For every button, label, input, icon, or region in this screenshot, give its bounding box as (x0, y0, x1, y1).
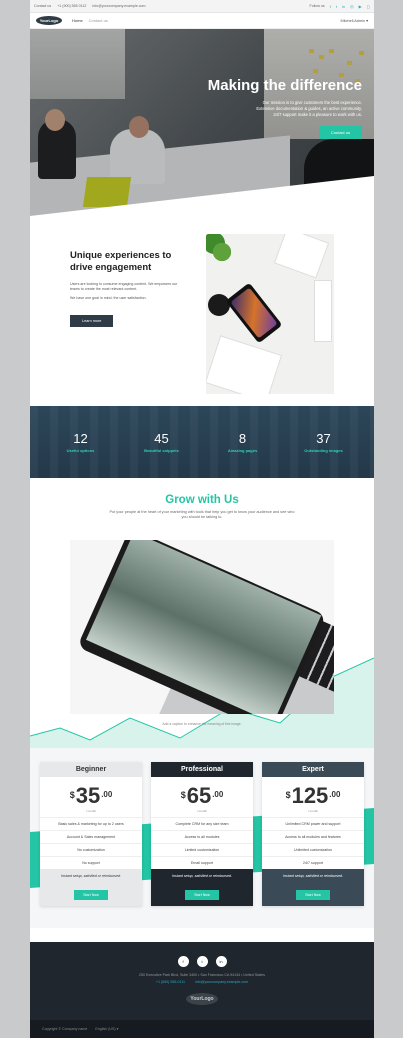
linkedin-icon[interactable]: in (342, 4, 345, 9)
facebook-icon[interactable]: f (330, 4, 331, 9)
desk-photo (206, 234, 334, 394)
stat-label: Useful options (66, 448, 95, 453)
plan-feature: No support (40, 856, 142, 869)
start-now-button[interactable]: Start Now (74, 890, 108, 900)
plan-feature: Access to all modules and features (262, 830, 364, 843)
navbar: YourLogo Home Contact us Mitchell Admin … (30, 13, 374, 29)
stat-number: 12 (73, 431, 88, 446)
follow-label: Follow us (309, 4, 325, 8)
footer-logo[interactable]: YourLogo (186, 993, 218, 1005)
start-now-button[interactable]: Start Now (185, 890, 219, 900)
unique-paragraph-2: We have one goal in mind, the user satis… (70, 296, 147, 300)
plan-feature: Limited customization (151, 843, 253, 856)
plan-feature: Account & Sales management (40, 830, 142, 843)
stat-number: 8 (238, 431, 247, 446)
plan-currency: $ (69, 790, 75, 800)
plan-expert: Expert $125.00 / month Unlimited CRM pow… (262, 762, 364, 906)
twitter-icon[interactable]: t (336, 4, 337, 9)
plan-cents: .00 (212, 790, 224, 799)
plan-beginner: Beginner $35.00 / month Basic sales & ma… (40, 762, 142, 906)
stats-section: 12 Useful options 45 Beautiful snippets 8 A… (30, 406, 374, 478)
email-link[interactable]: info@yourcompany.example.com (92, 4, 145, 8)
plan-cents: .00 (329, 790, 341, 799)
instagram-icon[interactable]: ◻ (367, 4, 370, 9)
plan-price: 65 (186, 783, 212, 808)
plan-feature: No customization (40, 843, 142, 856)
plan-price: 125 (291, 783, 329, 808)
plan-note: Instant setup, satisfied or reimbursed. (283, 874, 343, 878)
footer-email[interactable]: info@yourcompany.example.com (195, 980, 248, 984)
macbook-image (70, 540, 334, 714)
plan-price: 35 (75, 783, 101, 808)
hero-section: Making the difference Our mission is to … (30, 29, 374, 216)
footer-linkedin-icon[interactable]: in (215, 956, 227, 967)
plan-feature: Unlimited CRM power and support (262, 817, 364, 830)
nav-home[interactable]: Home (72, 18, 83, 23)
plan-currency: $ (180, 790, 186, 800)
plan-note: Instant setup, satisfied or reimbursed. (172, 874, 232, 878)
plan-period: / month (85, 809, 96, 813)
unique-paragraph-1: Users are looking to consume engaging co… (70, 282, 178, 291)
contact-us-button[interactable]: Contact us (318, 126, 362, 139)
youtube-icon[interactable]: ▶ (359, 4, 362, 9)
plan-period: / month (196, 809, 207, 813)
logo[interactable]: YourLogo (36, 16, 62, 25)
footer-address: 250 Executive Park Blvd, Suite 3400 • Sa… (139, 973, 265, 977)
plan-feature: Unlimited customization (262, 843, 364, 856)
plan-feature: Complete CRM for any size team (151, 817, 253, 830)
learn-more-button[interactable]: Learn more (70, 315, 114, 327)
stat-label: Outstanding images (304, 448, 343, 453)
user-menu[interactable]: Mitchell Admin ▾ (341, 18, 368, 23)
plan-name: Beginner (40, 762, 142, 777)
contact-label: Contact us (34, 4, 52, 8)
footer: f t in 250 Executive Park Blvd, Suite 34… (30, 942, 374, 1020)
unique-title: Unique experiences to drive engagement (70, 250, 172, 273)
language-selector[interactable]: English (US) ▾ (95, 1027, 118, 1031)
stat-number: 45 (154, 431, 169, 446)
pricing-section: Beginner $35.00 / month Basic sales & ma… (30, 748, 374, 928)
github-icon[interactable]: ◎ (350, 4, 354, 9)
plan-name: Professional (151, 762, 253, 777)
top-bar: Contact us +1 (900) 555 0112 info@yourco… (30, 0, 374, 13)
footer-twitter-icon[interactable]: t (196, 956, 208, 967)
start-now-button[interactable]: Start Now (296, 890, 330, 900)
page: Contact us +1 (900) 555 0112 info@yourco… (30, 0, 374, 1038)
plan-name: Expert (262, 762, 364, 777)
plan-feature: Access to all modules (151, 830, 253, 843)
plan-feature: Basic sales & marketing for up to 2 user… (40, 817, 142, 830)
grow-title: Grow with Us (165, 494, 239, 506)
plan-cents: .00 (101, 790, 113, 799)
plan-note: Instant setup, satisfied or reimbursed. (61, 874, 121, 878)
plan-currency: $ (285, 790, 291, 800)
phone-link[interactable]: +1 (900) 555 0112 (57, 4, 86, 8)
grow-section: Grow with Us Put your people at the hear… (30, 478, 374, 748)
footer-phone[interactable]: +1 (650) 555-0111 (156, 980, 185, 984)
hero-title: Making the difference (207, 77, 362, 94)
stat-number: 37 (316, 431, 331, 446)
plan-period: / month (307, 809, 318, 813)
plan-feature: Email support (151, 856, 253, 869)
image-caption: Add a caption to enhance the meaning of … (162, 722, 242, 726)
copyright-text: Copyright © Company name (42, 1027, 88, 1031)
stat-label: Beautiful snippets (144, 448, 179, 453)
plan-professional: Professional $65.00 / month Complete CRM… (151, 762, 253, 906)
nav-contact[interactable]: Contact us (89, 18, 108, 23)
plan-feature: 24/7 support (262, 856, 364, 869)
footer-facebook-icon[interactable]: f (177, 956, 189, 967)
unique-section: Unique experiences to drive engagement U… (30, 216, 374, 406)
copyright-bar: Copyright © Company name English (US) ▾ (30, 1020, 374, 1038)
hero-line-3: 24/7 support make it a pleasure to work … (273, 112, 362, 117)
grow-subtitle: Put your people at the heart of your mar… (109, 510, 295, 519)
stat-label: Amazing pages (227, 448, 258, 453)
